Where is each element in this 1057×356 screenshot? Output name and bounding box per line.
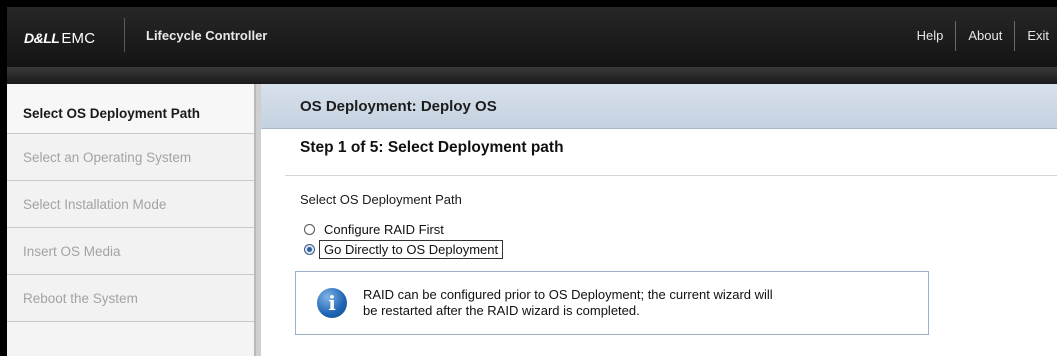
sidebar-item-insert-os-media: Insert OS Media bbox=[7, 228, 254, 275]
radio-button[interactable] bbox=[304, 224, 315, 235]
header-strip bbox=[7, 67, 1057, 84]
step-title: Step 1 of 5: Select Deployment path bbox=[300, 139, 564, 156]
brand-divider bbox=[124, 18, 125, 52]
sidebar-item-label: Select OS Deployment Path bbox=[23, 106, 201, 121]
exit-link[interactable]: Exit bbox=[1015, 21, 1057, 51]
info-message-box: i RAID can be configured prior to OS Dep… bbox=[295, 271, 929, 335]
sidebar-item-select-operating-system: Select an Operating System bbox=[7, 134, 254, 181]
sidebar-item-label: Reboot the System bbox=[23, 290, 138, 306]
info-line-2: be restarted after the RAID wizard is co… bbox=[363, 303, 640, 318]
help-link[interactable]: Help bbox=[905, 21, 956, 51]
top-bar: D&LL EMC Lifecycle Controller Help About… bbox=[7, 7, 1057, 67]
info-icon: i bbox=[317, 288, 347, 318]
top-nav: Help About Exit bbox=[905, 21, 1057, 51]
info-line-1: RAID can be configured prior to OS Deplo… bbox=[363, 287, 773, 302]
logo-dell: D&LL bbox=[24, 30, 60, 46]
sidebar-item-select-installation-mode: Select Installation Mode bbox=[7, 181, 254, 228]
radio-configure-raid-first[interactable]: Configure RAID First bbox=[304, 222, 444, 237]
sidebar-item-label: Select Installation Mode bbox=[23, 196, 167, 212]
sidebar-item-label: Insert OS Media bbox=[23, 243, 121, 259]
about-link[interactable]: About bbox=[956, 21, 1014, 51]
radio-label: Configure RAID First bbox=[324, 222, 444, 237]
logo-emc: EMC bbox=[61, 29, 96, 47]
section-divider bbox=[285, 175, 1057, 176]
deployment-path-label: Select OS Deployment Path bbox=[300, 192, 462, 207]
radio-go-directly-to-os-deployment[interactable]: Go Directly to OS Deployment bbox=[304, 240, 504, 259]
info-message: RAID can be configured prior to OS Deplo… bbox=[363, 287, 923, 319]
main-panel: OS Deployment: Deploy OS Step 1 of 5: Se… bbox=[261, 84, 1057, 356]
sidebar-item-reboot-system: Reboot the System bbox=[7, 275, 254, 322]
dell-emc-logo: D&LL EMC bbox=[24, 28, 95, 48]
sidebar-item-select-os-deployment-path[interactable]: Select OS Deployment Path bbox=[7, 84, 254, 134]
radio-button-selected[interactable] bbox=[304, 244, 315, 255]
sidebar-item-label: Select an Operating System bbox=[23, 149, 192, 165]
wizard-sidebar: Select OS Deployment Path Select an Oper… bbox=[7, 84, 256, 356]
app-title: Lifecycle Controller bbox=[146, 28, 268, 43]
page-title: OS Deployment: Deploy OS bbox=[261, 84, 1057, 129]
radio-label: Go Directly to OS Deployment bbox=[319, 240, 504, 259]
